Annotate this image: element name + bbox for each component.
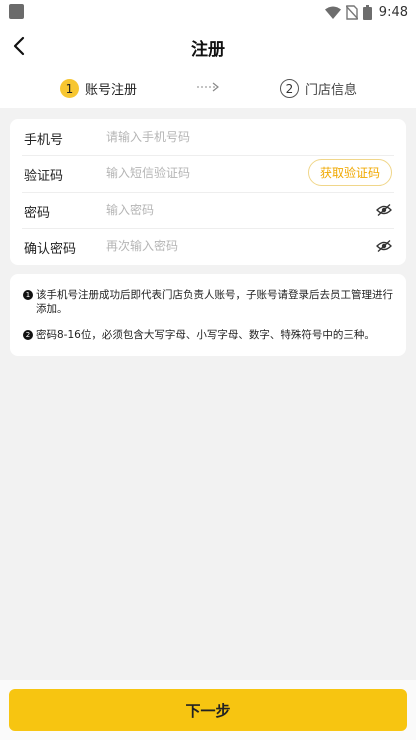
note-text: 密码8-16位，必须包含大写字母、小写字母、数字、特殊符号中的三种。 bbox=[36, 329, 375, 341]
step2-label: 门店信息 bbox=[305, 83, 358, 98]
password-eye-off-icon[interactable] bbox=[376, 203, 392, 217]
step-indicator: 1 账号注册 2 门店信息 bbox=[0, 68, 416, 108]
password-input[interactable] bbox=[106, 199, 306, 221]
note-item: 2 密码8-16位，必须包含大写字母、小写字母、数字、特殊符号中的三种。 bbox=[23, 328, 394, 342]
confirm-password-label: 确认密码 bbox=[24, 242, 77, 257]
step-account-register: 1 账号注册 bbox=[60, 79, 137, 98]
note-text: 该手机号注册成功后即代表门店负责人账号，子账号请登录后去员工管理进行添加。 bbox=[36, 289, 393, 315]
note-item: 1 该手机号注册成功后即代表门店负责人账号，子账号请登录后去员工管理进行添加。 bbox=[23, 288, 394, 316]
step-store-info: 2 门店信息 bbox=[280, 79, 357, 98]
note-number-badge: 2 bbox=[23, 330, 33, 340]
sms-code-input[interactable] bbox=[106, 162, 306, 184]
phone-label: 手机号 bbox=[24, 133, 64, 148]
step-arrow-icon bbox=[197, 82, 219, 92]
next-step-button[interactable]: 下一步 bbox=[9, 689, 407, 731]
nav-header: 注册 bbox=[0, 24, 416, 68]
confirm-eye-off-icon[interactable] bbox=[376, 239, 392, 253]
code-label: 验证码 bbox=[24, 169, 64, 184]
confirm-password-row: 确认密码 bbox=[10, 228, 406, 264]
page-title: 注册 bbox=[191, 40, 225, 60]
status-bar: 9:48 bbox=[0, 0, 416, 24]
note-number-badge: 1 bbox=[23, 290, 33, 300]
footer: 下一步 bbox=[0, 680, 416, 740]
password-label: 密码 bbox=[24, 206, 51, 221]
get-code-button[interactable]: 获取验证码 bbox=[308, 159, 392, 186]
step1-label: 账号注册 bbox=[85, 83, 138, 98]
confirm-password-input[interactable] bbox=[106, 235, 306, 257]
notes-card: 1 该手机号注册成功后即代表门店负责人账号，子账号请登录后去员工管理进行添加。 … bbox=[10, 274, 406, 356]
phone-row: 手机号 bbox=[10, 119, 406, 155]
no-sim-icon bbox=[345, 4, 358, 20]
code-row: 验证码 获取验证码 bbox=[10, 155, 406, 191]
phone-input[interactable] bbox=[106, 126, 306, 148]
step2-number: 2 bbox=[280, 79, 299, 98]
step1-number: 1 bbox=[60, 79, 79, 98]
status-icons: 9:48 bbox=[324, 3, 408, 21]
wifi-icon bbox=[324, 6, 341, 19]
register-form: 手机号 验证码 获取验证码 密码 确认密码 bbox=[10, 119, 406, 265]
status-time: 9:48 bbox=[378, 4, 408, 20]
password-row: 密码 bbox=[10, 192, 406, 228]
app-icon bbox=[9, 4, 24, 19]
battery-icon bbox=[362, 4, 372, 20]
